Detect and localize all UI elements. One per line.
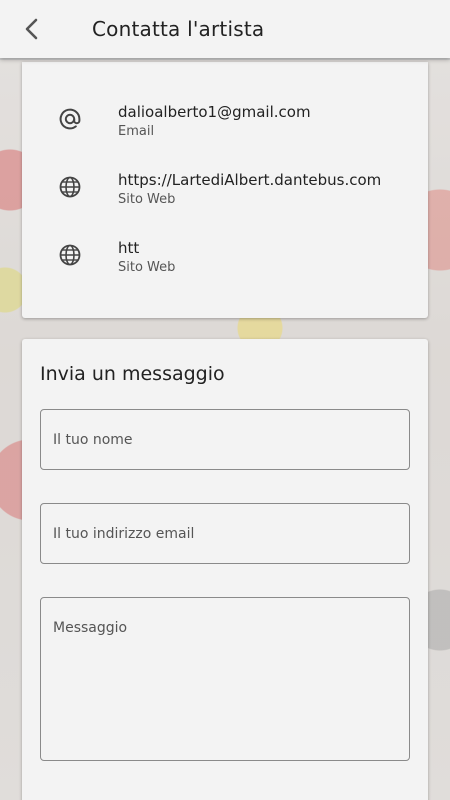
message-form-card: Invia un messaggio xyxy=(22,339,428,800)
globe-icon xyxy=(56,173,84,201)
form-title: Invia un messaggio xyxy=(40,363,225,385)
contact-item-website[interactable]: https://LartediAlbert.dantebus.com Sito … xyxy=(22,170,428,220)
contacts-card: dalioalberto1@gmail.com Email https://La… xyxy=(22,62,428,318)
back-button[interactable] xyxy=(0,0,64,58)
globe-icon xyxy=(56,241,84,269)
name-field[interactable] xyxy=(40,409,410,470)
contact-label: Email xyxy=(118,124,155,139)
app-bar: Contatta l'artista xyxy=(0,0,450,58)
email-field[interactable] xyxy=(40,503,410,564)
at-icon xyxy=(56,105,84,133)
contact-item-email[interactable]: dalioalberto1@gmail.com Email xyxy=(22,102,428,152)
message-field[interactable] xyxy=(40,597,410,761)
page-title: Contatta l'artista xyxy=(92,17,265,41)
contact-label: Sito Web xyxy=(118,192,176,207)
chevron-left-icon xyxy=(25,18,38,40)
contact-label: Sito Web xyxy=(118,260,176,275)
contact-value: dalioalberto1@gmail.com xyxy=(118,103,311,121)
contact-value: htt xyxy=(118,239,140,257)
contact-item-website[interactable]: htt Sito Web xyxy=(22,238,428,288)
contact-value: https://LartediAlbert.dantebus.com xyxy=(118,171,382,189)
